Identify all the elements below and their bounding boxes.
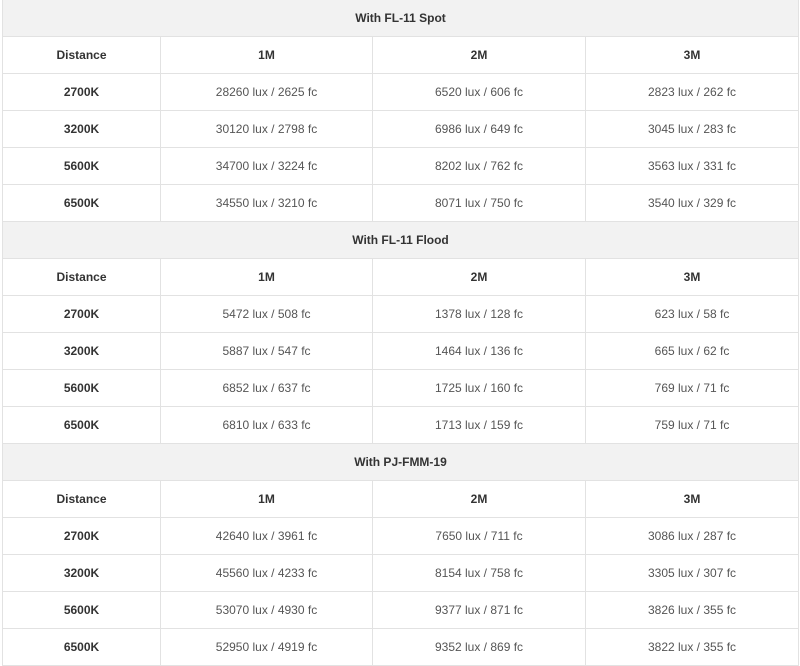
table-row: 5600K 34700 lux / 3224 fc 8202 lux / 762 f… (2, 147, 799, 185)
color-temperature-label: 2700K (2, 295, 161, 333)
illuminance-value: 9352 lux / 869 fc (372, 628, 586, 666)
illuminance-value: 5472 lux / 508 fc (160, 295, 373, 333)
column-header-row: Distance 1M 2M 3M (2, 480, 799, 518)
illuminance-value: 6520 lux / 606 fc (372, 73, 586, 111)
illuminance-value: 3563 lux / 331 fc (585, 147, 799, 185)
column-header-row: Distance 1M 2M 3M (2, 36, 799, 74)
distance-header: Distance (2, 480, 161, 518)
illuminance-value: 759 lux / 71 fc (585, 406, 799, 444)
column-header-row: Distance 1M 2M 3M (2, 258, 799, 296)
illuminance-value: 52950 lux / 4919 fc (160, 628, 373, 666)
distance-column-header: 1M (160, 258, 373, 296)
illuminance-value: 7650 lux / 711 fc (372, 517, 586, 555)
table-body: With FL-11 Spot Distance 1M 2M 3M 2700K 28260 … (2, 0, 799, 666)
color-temperature-label: 5600K (2, 591, 161, 629)
table-row: 5600K 53070 lux / 4930 fc 9377 lux / 871 f… (2, 591, 799, 629)
distance-column-header: 3M (585, 480, 799, 518)
illuminance-value: 1713 lux / 159 fc (372, 406, 586, 444)
illuminance-value: 30120 lux / 2798 fc (160, 110, 373, 148)
illuminance-value: 2823 lux / 262 fc (585, 73, 799, 111)
color-temperature-label: 6500K (2, 184, 161, 222)
illuminance-value: 1464 lux / 136 fc (372, 332, 586, 370)
table-row: 2700K 42640 lux / 3961 fc 7650 lux / 711 f… (2, 517, 799, 555)
table-row: 5600K 6852 lux / 637 fc 1725 lux / 160 fc 7… (2, 369, 799, 407)
illuminance-value: 3045 lux / 283 fc (585, 110, 799, 148)
distance-column-header: 2M (372, 36, 586, 74)
distance-column-header: 2M (372, 480, 586, 518)
illuminance-value: 42640 lux / 3961 fc (160, 517, 373, 555)
section-header-row: With FL-11 Flood (2, 221, 799, 259)
color-temperature-label: 5600K (2, 369, 161, 407)
color-temperature-label: 3200K (2, 332, 161, 370)
illuminance-value: 8071 lux / 750 fc (372, 184, 586, 222)
distance-column-header: 2M (372, 258, 586, 296)
illuminance-value: 8154 lux / 758 fc (372, 554, 586, 592)
table-row: 3200K 5887 lux / 547 fc 1464 lux / 136 fc 6… (2, 332, 799, 370)
distance-header: Distance (2, 258, 161, 296)
illuminance-value: 34550 lux / 3210 fc (160, 184, 373, 222)
illuminance-value: 3305 lux / 307 fc (585, 554, 799, 592)
illuminance-value: 1725 lux / 160 fc (372, 369, 586, 407)
color-temperature-label: 3200K (2, 554, 161, 592)
illuminance-value: 665 lux / 62 fc (585, 332, 799, 370)
photometric-table-container: With FL-11 Spot Distance 1M 2M 3M 2700K 28260 … (2, 0, 799, 666)
illuminance-value: 28260 lux / 2625 fc (160, 73, 373, 111)
table-row: 6500K 34550 lux / 3210 fc 8071 lux / 750 f… (2, 184, 799, 222)
section-title: With FL-11 Spot (2, 0, 799, 37)
table-row: 6500K 6810 lux / 633 fc 1713 lux / 159 fc 7… (2, 406, 799, 444)
illuminance-value: 9377 lux / 871 fc (372, 591, 586, 629)
illuminance-value: 8202 lux / 762 fc (372, 147, 586, 185)
illuminance-value: 3826 lux / 355 fc (585, 591, 799, 629)
table-row: 2700K 28260 lux / 2625 fc 6520 lux / 606 f… (2, 73, 799, 111)
distance-column-header: 3M (585, 258, 799, 296)
color-temperature-label: 3200K (2, 110, 161, 148)
illuminance-value: 45560 lux / 4233 fc (160, 554, 373, 592)
illuminance-value: 34700 lux / 3224 fc (160, 147, 373, 185)
color-temperature-label: 5600K (2, 147, 161, 185)
distance-column-header: 3M (585, 36, 799, 74)
distance-column-header: 1M (160, 36, 373, 74)
table-row: 2700K 5472 lux / 508 fc 1378 lux / 128 fc 6… (2, 295, 799, 333)
color-temperature-label: 2700K (2, 73, 161, 111)
color-temperature-label: 6500K (2, 628, 161, 666)
photometric-table: With FL-11 Spot Distance 1M 2M 3M 2700K 28260 … (2, 0, 799, 666)
color-temperature-label: 2700K (2, 517, 161, 555)
illuminance-value: 6810 lux / 633 fc (160, 406, 373, 444)
illuminance-value: 6986 lux / 649 fc (372, 110, 586, 148)
color-temperature-label: 6500K (2, 406, 161, 444)
illuminance-value: 53070 lux / 4930 fc (160, 591, 373, 629)
distance-header: Distance (2, 36, 161, 74)
illuminance-value: 3822 lux / 355 fc (585, 628, 799, 666)
section-title: With FL-11 Flood (2, 221, 799, 259)
section-header-row: With FL-11 Spot (2, 0, 799, 37)
illuminance-value: 1378 lux / 128 fc (372, 295, 586, 333)
illuminance-value: 769 lux / 71 fc (585, 369, 799, 407)
illuminance-value: 3540 lux / 329 fc (585, 184, 799, 222)
table-row: 6500K 52950 lux / 4919 fc 9352 lux / 869 f… (2, 628, 799, 666)
distance-column-header: 1M (160, 480, 373, 518)
illuminance-value: 5887 lux / 547 fc (160, 332, 373, 370)
illuminance-value: 6852 lux / 637 fc (160, 369, 373, 407)
table-row: 3200K 45560 lux / 4233 fc 8154 lux / 758 f… (2, 554, 799, 592)
section-title: With PJ-FMM-19 (2, 443, 799, 481)
illuminance-value: 623 lux / 58 fc (585, 295, 799, 333)
illuminance-value: 3086 lux / 287 fc (585, 517, 799, 555)
section-header-row: With PJ-FMM-19 (2, 443, 799, 481)
table-row: 3200K 30120 lux / 2798 fc 6986 lux / 649 f… (2, 110, 799, 148)
